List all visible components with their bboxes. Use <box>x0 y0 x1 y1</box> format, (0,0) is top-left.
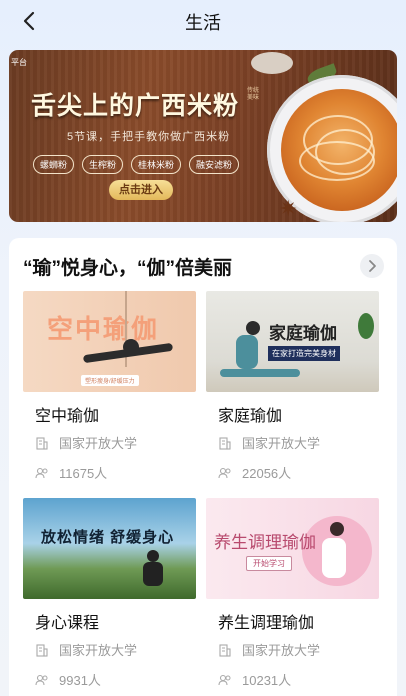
school-name: 国家开放大学 <box>242 643 321 658</box>
course-learners: 10231人 <box>218 670 291 689</box>
banner-chips: 螺蛳粉 生榨粉 桂林米粉 融安滤粉 <box>33 155 240 174</box>
people-icon <box>218 467 231 478</box>
course-card[interactable]: 家庭瑜伽 在家打造完美身材 家庭瑜伽 国家开放大学 22056人 <box>206 291 379 498</box>
course-name: 养生调理瑜伽 <box>218 615 315 632</box>
thumbnail-title: 放松情绪 舒缓身心 <box>41 529 175 546</box>
course-thumbnail: 空中瑜伽 塑形瘦身/舒缓压力 <box>23 291 196 392</box>
course-school: 国家开放大学 <box>35 640 137 659</box>
thumbnail-title: 空中瑜伽 <box>47 314 160 344</box>
course-card[interactable]: 空中瑜伽 塑形瘦身/舒缓压力 空中瑜伽 国家开放大学 11675人 <box>23 291 196 498</box>
school-name: 国家开放大学 <box>59 643 138 658</box>
chip: 生榨粉 <box>82 155 124 174</box>
thumbnail-title: 家庭瑜伽 <box>269 324 337 344</box>
seal-stamp: 传统美味 <box>247 88 260 101</box>
school-name: 国家开放大学 <box>242 436 321 451</box>
course-thumbnail: 养生调理瑜伽 开始学习 <box>206 498 379 599</box>
building-icon <box>219 436 231 450</box>
top-nav: 生活 <box>0 0 406 42</box>
course-thumbnail: 放松情绪 舒缓身心 <box>23 498 196 599</box>
course-card[interactable]: 养生调理瑜伽 开始学习 养生调理瑜伽 国家开放大学 10231人 <box>206 498 379 696</box>
school-name: 国家开放大学 <box>59 436 138 451</box>
course-card[interactable]: 放松情绪 舒缓身心 身心课程 国家开放大学 9931人 <box>23 498 196 696</box>
platform-tag: 平台 <box>11 58 27 67</box>
enter-button[interactable]: 点击进入 <box>109 180 173 200</box>
building-icon <box>36 436 48 450</box>
people-icon <box>35 674 48 685</box>
thumbnail-badge: 塑形瘦身/舒缓压力 <box>81 375 139 386</box>
learner-count: 9931人 <box>59 673 101 688</box>
course-name: 家庭瑜伽 <box>218 408 283 425</box>
learner-count: 11675人 <box>59 466 108 481</box>
promo-banner[interactable]: ✷ 平台 舌尖上的广西米粉 传统美味 5节课，手把手教你做广西米粉 螺蛳粉 生榨… <box>9 50 397 222</box>
banner-title: 舌尖上的广西米粉 <box>31 91 240 120</box>
course-learners: 22056人 <box>218 463 291 482</box>
page-title: 生活 <box>185 13 221 33</box>
course-name: 身心课程 <box>35 615 100 632</box>
chevron-right-icon[interactable] <box>360 254 384 278</box>
course-thumbnail: 家庭瑜伽 在家打造完美身材 <box>206 291 379 392</box>
course-school: 国家开放大学 <box>218 433 320 452</box>
course-school: 国家开放大学 <box>218 640 320 659</box>
people-icon <box>218 674 231 685</box>
star-anise-icon: ✷ <box>279 196 298 221</box>
chip: 桂林米粉 <box>131 155 182 174</box>
course-school: 国家开放大学 <box>35 433 137 452</box>
learner-count: 10231人 <box>242 673 292 688</box>
thumbnail-badge: 在家打造完美身材 <box>268 346 340 361</box>
learner-count: 22056人 <box>242 466 292 481</box>
chip: 螺蛳粉 <box>33 155 75 174</box>
course-name: 空中瑜伽 <box>35 408 100 425</box>
course-learners: 9931人 <box>35 670 101 689</box>
thumbnail-badge: 开始学习 <box>246 556 292 571</box>
course-section: “瑜”悦身心，“伽”倍美丽 空中瑜伽 塑形瘦身/舒缓压力 空中瑜伽 国家开放大学… <box>9 238 397 696</box>
building-icon <box>36 643 48 657</box>
section-title: “瑜”悦身心，“伽”倍美丽 <box>23 258 233 279</box>
banner-subtitle: 5节课，手把手教你做广西米粉 <box>67 131 231 143</box>
building-icon <box>219 643 231 657</box>
thumbnail-title: 养生调理瑜伽 <box>214 533 316 553</box>
chip: 融安滤粉 <box>189 155 240 174</box>
people-icon <box>35 467 48 478</box>
course-learners: 11675人 <box>35 463 107 482</box>
spice-bowl-image <box>251 52 293 74</box>
